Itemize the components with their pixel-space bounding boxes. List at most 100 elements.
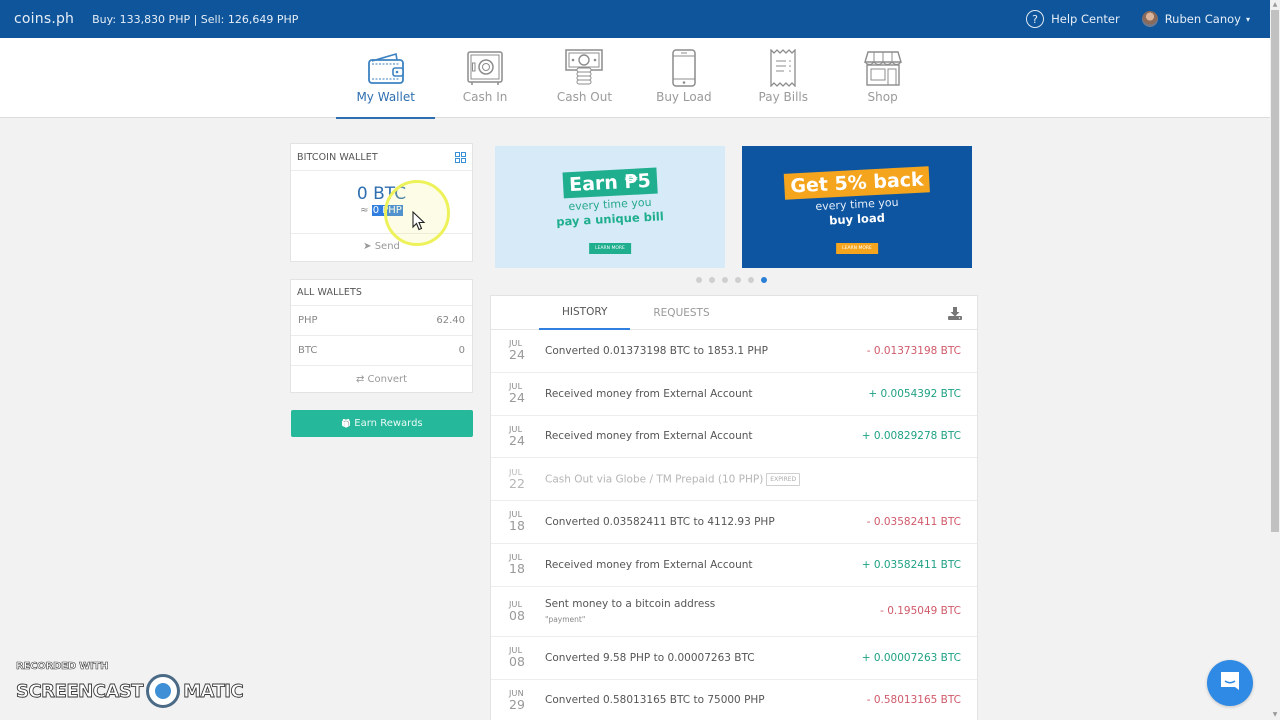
wallet-icon <box>366 49 406 87</box>
transaction-row[interactable]: JUL 18 Converted 0.03582411 BTC to 4112.93… <box>491 501 977 544</box>
qr-code-icon[interactable] <box>455 151 466 163</box>
nav-pay-bills[interactable]: Pay Bills <box>734 38 833 118</box>
send-button[interactable]: ➤ Send <box>291 233 472 261</box>
transaction-title: Converted 9.58 PHP to 0.00007263 BTC <box>545 651 755 664</box>
scroll-up-arrow-icon[interactable]: ▲ <box>1270 0 1280 10</box>
carousel-dot[interactable] <box>722 277 728 283</box>
transaction-row[interactable]: JUL 18 Received money from External Accoun… <box>491 544 977 587</box>
learn-more-button[interactable]: LEARN MORE <box>836 243 878 254</box>
top-right-menu: ? Help Center Ruben Canoy ▾ <box>1026 10 1250 28</box>
transaction-description: Received money from External Account <box>545 559 862 571</box>
convert-icon: ⇄ <box>355 374 365 385</box>
main-nav: My Wallet Cash In Cash Out Buy Load Pay … <box>0 38 1270 119</box>
date-day: 24 <box>509 347 525 363</box>
transaction-description: Received money from External Account <box>545 430 862 442</box>
download-icon[interactable] <box>948 305 962 324</box>
php-value: 0 PHP <box>371 205 403 216</box>
bitcoin-wallet-card: BITCOIN WALLET 0 BTC ≈ 0 PHP ➤ Send <box>290 143 473 262</box>
send-icon: ➤ <box>363 241 372 252</box>
wallet-row-btc[interactable]: BTC 0 <box>291 336 472 366</box>
help-center-link[interactable]: ? Help Center <box>1026 10 1120 28</box>
nav-cash-in[interactable]: Cash In <box>435 38 534 118</box>
nav-label: Cash In <box>462 90 508 104</box>
date-day: 29 <box>509 696 525 712</box>
all-wallets-card: ALL WALLETS PHP 62.40 BTC 0 ⇄ Convert <box>290 279 473 393</box>
carousel-dots <box>696 277 767 283</box>
approx-symbol: ≈ <box>360 205 372 216</box>
carousel-dot[interactable] <box>748 277 754 283</box>
wallet-balance: 0 <box>458 345 465 356</box>
send-label: Send <box>374 241 400 252</box>
bitcoin-wallet-title: BITCOIN WALLET <box>297 151 378 163</box>
transaction-row[interactable]: JUL 08 Sent money to a bitcoin address "pay… <box>491 587 977 637</box>
carousel-dot[interactable] <box>735 277 741 283</box>
user-menu[interactable]: Ruben Canoy ▾ <box>1141 11 1250 27</box>
transaction-amount: - 0.195049 BTC <box>880 605 961 618</box>
carousel-dot[interactable] <box>761 277 767 283</box>
chevron-down-icon: ▾ <box>1245 14 1250 24</box>
watermark-line1: RECORDED WITH <box>16 661 109 673</box>
earn-rewards-label: Earn Rewards <box>354 418 423 429</box>
learn-more-button[interactable]: LEARN MORE <box>589 243 631 254</box>
date-day: 08 <box>509 607 525 623</box>
transaction-row[interactable]: JUL 24 Received money from External Accoun… <box>491 416 977 459</box>
wallet-row-php[interactable]: PHP 62.40 <box>291 306 472 336</box>
transaction-title: Received money from External Account <box>545 387 753 400</box>
transaction-row[interactable]: JUL 22 Cash Out via Globe / TM Prepaid (10… <box>491 458 977 502</box>
transaction-title: Sent money to a bitcoin address <box>545 598 716 611</box>
page-scrollbar[interactable]: ▲ ▼ <box>1270 0 1280 720</box>
date-day: 18 <box>509 518 525 534</box>
transaction-date: JUL 08 <box>509 600 545 623</box>
avatar <box>1141 11 1158 27</box>
carousel-dot[interactable] <box>709 277 715 283</box>
date-day: 08 <box>509 653 525 669</box>
transaction-description: Converted 0.58013165 BTC to 75000 PHP <box>545 694 867 706</box>
receipt-icon <box>769 49 797 87</box>
tab-history[interactable]: HISTORY <box>539 296 631 330</box>
transaction-row[interactable]: JUN 29 Converted 0.58013165 BTC to 75000 P… <box>491 680 977 720</box>
transaction-date: JUL 24 <box>509 425 545 448</box>
carousel-dot[interactable] <box>696 277 702 283</box>
transaction-description: Cash Out via Globe / TM Prepaid (10 PHP)… <box>545 472 961 486</box>
wallet-currency: BTC <box>298 345 318 356</box>
chat-support-button[interactable] <box>1207 660 1253 706</box>
transaction-row[interactable]: JUL 24 Received money from External Accoun… <box>491 373 977 416</box>
history-panel: HISTORY REQUESTS JUL 24 Converted 0.013731… <box>490 295 978 720</box>
nav-cash-out[interactable]: Cash Out <box>535 38 634 118</box>
convert-label: Convert <box>367 374 408 385</box>
gift-icon: 🎁 <box>341 419 352 428</box>
scroll-down-arrow-icon[interactable]: ▼ <box>1270 710 1280 720</box>
earn-rewards-button[interactable]: 🎁 Earn Rewards <box>291 410 473 437</box>
transaction-amount: - 0.58013165 BTC <box>866 694 961 707</box>
transaction-row[interactable]: JUL 24 Converted 0.01373198 BTC to 1853.1 … <box>491 330 977 373</box>
nav-my-wallet[interactable]: My Wallet <box>336 38 436 119</box>
screencast-logo-icon <box>146 674 181 708</box>
scroll-thumb[interactable] <box>1271 10 1279 532</box>
promo-banner-buy-load[interactable]: Get 5% back every time you buy load LEAR… <box>742 146 972 268</box>
phone-icon <box>671 49 697 87</box>
nav-label: Cash Out <box>556 90 613 104</box>
transaction-description: Converted 0.01373198 BTC to 1853.1 PHP <box>545 345 867 357</box>
wallet-balance: 62.40 <box>436 315 465 326</box>
tab-requests[interactable]: REQUESTS <box>636 296 726 329</box>
date-day: 24 <box>509 432 525 448</box>
transaction-title: Cash Out via Globe / TM Prepaid (10 PHP) <box>545 473 764 486</box>
exchange-rates: Buy: 133,830 PHP | Sell: 126,649 PHP <box>92 12 299 26</box>
nav-label: My Wallet <box>356 90 415 104</box>
watermark-right: MATIC <box>183 680 245 702</box>
transaction-description: Received money from External Account <box>545 388 868 400</box>
card-header: ALL WALLETS <box>291 280 472 306</box>
nav-label: Pay Bills <box>758 90 808 104</box>
nav-label: Shop <box>867 90 898 104</box>
nav-buy-load[interactable]: Buy Load <box>634 38 733 118</box>
nav-label: Buy Load <box>656 90 712 104</box>
promo-banner-pay-bills[interactable]: Earn ₱5 every time you pay a unique bill… <box>495 146 725 268</box>
cash-icon <box>564 49 604 87</box>
convert-button[interactable]: ⇄ Convert <box>291 366 472 394</box>
brand-logo[interactable]: coins.ph <box>14 11 74 27</box>
transaction-description: Converted 9.58 PHP to 0.00007263 BTC <box>545 652 862 664</box>
date-day: 18 <box>509 561 525 577</box>
transaction-date: JUL 08 <box>509 646 545 669</box>
transaction-row[interactable]: JUL 08 Converted 9.58 PHP to 0.00007263 BT… <box>491 637 977 680</box>
nav-shop[interactable]: Shop <box>833 38 932 118</box>
